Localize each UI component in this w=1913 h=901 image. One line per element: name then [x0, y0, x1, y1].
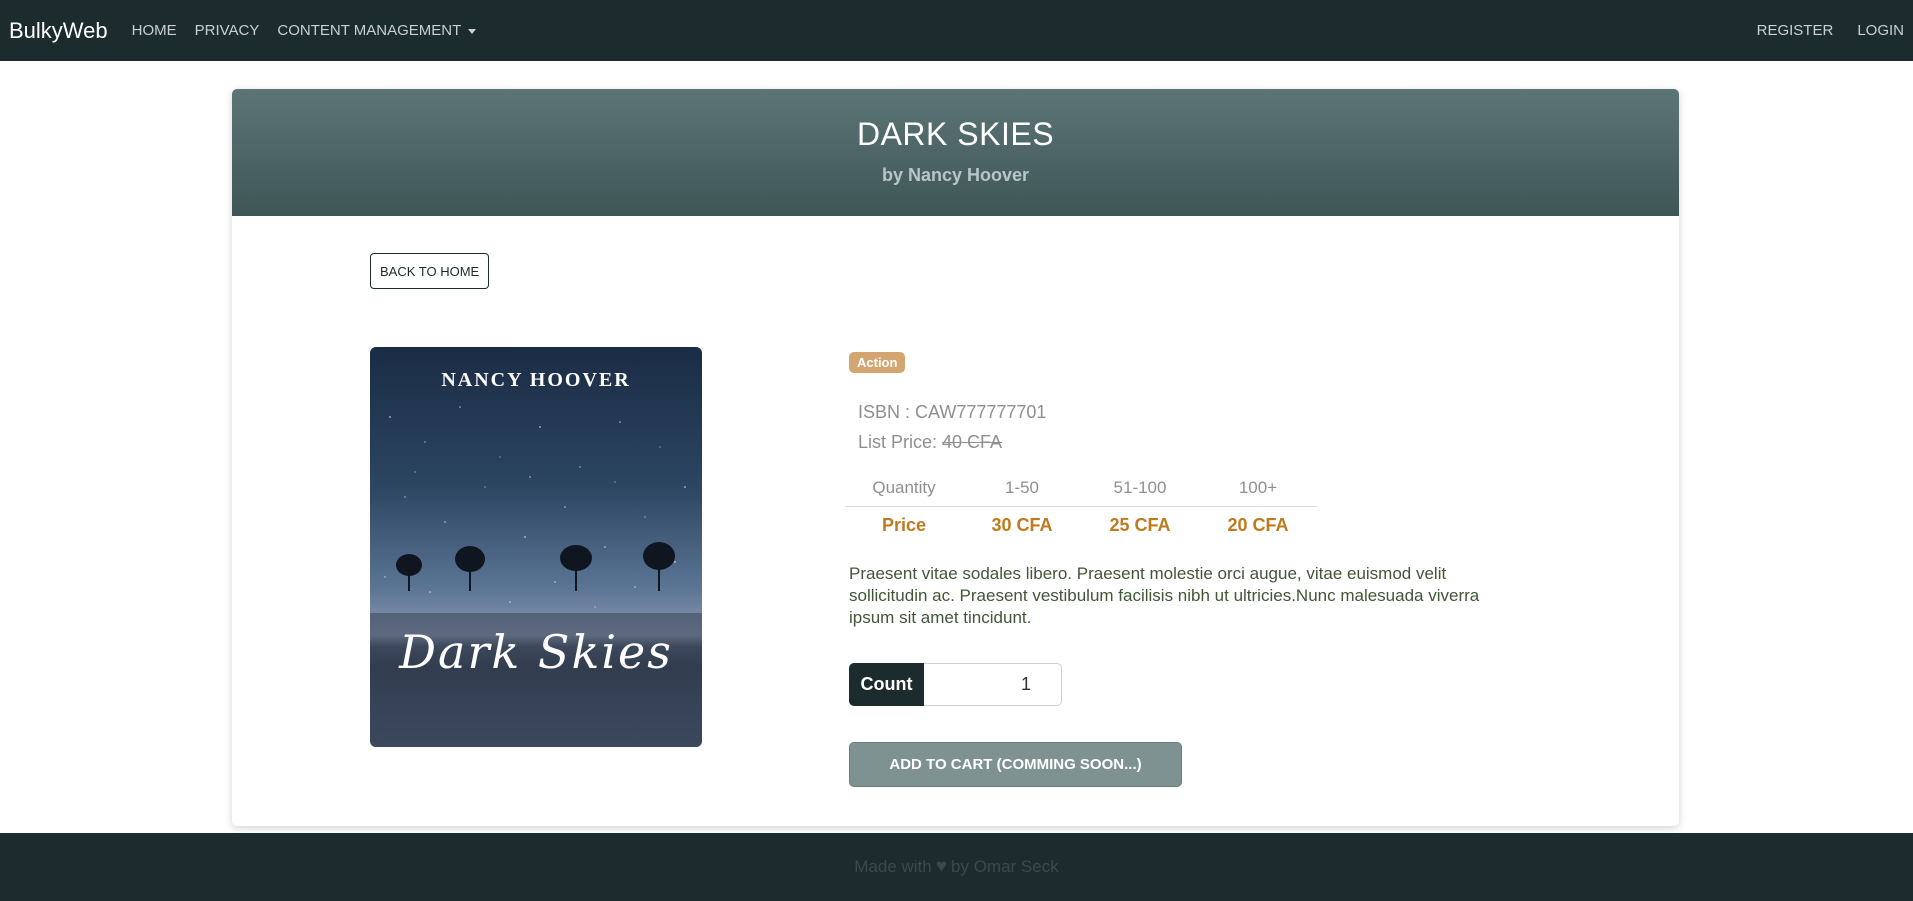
nav-privacy[interactable]: PRIVACY	[195, 22, 260, 39]
category-badge: Action	[849, 352, 906, 373]
price-table-value-row: Price 30 CFA 25 CFA 20 CFA	[845, 506, 1317, 544]
product-title: DARK SKIES	[856, 116, 1055, 152]
card-header: DARK SKIES by Nancy Hoover	[232, 89, 1679, 216]
nav-content-management-label: CONTENT MANAGEMENT	[277, 22, 462, 39]
isbn-text: ISBN : CAW777777701	[858, 402, 1047, 422]
footer-text-before: Made with	[854, 857, 932, 876]
list-price-label: List Price:	[858, 432, 943, 452]
heart-icon: ♥	[935, 856, 948, 877]
back-to-home-button[interactable]: BACK TO HOME	[370, 253, 490, 289]
add-to-cart-button[interactable]: ADD TO CART (COMMING SOON...)	[849, 742, 1182, 787]
table-cell: 25 CFA	[1109, 514, 1171, 535]
table-header-cell: 100+	[1199, 470, 1317, 507]
brand-logo[interactable]: BulkyWeb	[9, 18, 108, 44]
count-input-group: Count	[849, 663, 1062, 706]
nav-content-management[interactable]: CONTENT MANAGEMENT	[277, 22, 477, 39]
nav-home[interactable]: HOME	[132, 22, 177, 39]
cover-artwork	[370, 406, 702, 747]
list-price-value: 40 CFA	[942, 432, 1003, 452]
nav-register[interactable]: REGISTER	[1757, 22, 1834, 39]
list-price: List Price: 40 CFA	[858, 432, 1002, 453]
footer: Made with ♥ by Omar Seck	[0, 833, 1913, 901]
product-description: Praesent vitae sodales libero. Praesent …	[849, 564, 1480, 627]
count-label: Count	[849, 663, 924, 706]
cover-author-text: NANCY HOOVER	[441, 369, 631, 391]
price-table: Quantity 1-50 51-100 100+ Price 30 CFA 2…	[845, 470, 1317, 544]
table-cell: 30 CFA	[991, 514, 1053, 535]
book-cover-image: NANCY HOOVER Dark Skies	[370, 347, 702, 747]
caret-down-icon	[468, 29, 477, 34]
nav-login[interactable]: LOGIN	[1857, 22, 1904, 39]
table-header-cell: 51-100	[1081, 470, 1199, 507]
table-header-cell: Quantity	[845, 470, 963, 507]
product-author: by Nancy Hoover	[881, 165, 1030, 185]
table-cell: Price	[881, 514, 927, 535]
footer-text-after: by Omar Seck	[951, 857, 1059, 876]
navbar: BulkyWeb HOME PRIVACY CONTENT MANAGEMENT…	[0, 0, 1913, 61]
count-input[interactable]	[924, 663, 1062, 706]
table-cell: 20 CFA	[1227, 514, 1289, 535]
cover-title-text: Dark Skies	[399, 625, 673, 679]
price-table-header-row: Quantity 1-50 51-100 100+	[845, 470, 1317, 507]
nav-right: REGISTER LOGIN	[1733, 22, 1904, 39]
table-header-cell: 1-50	[963, 470, 1081, 507]
